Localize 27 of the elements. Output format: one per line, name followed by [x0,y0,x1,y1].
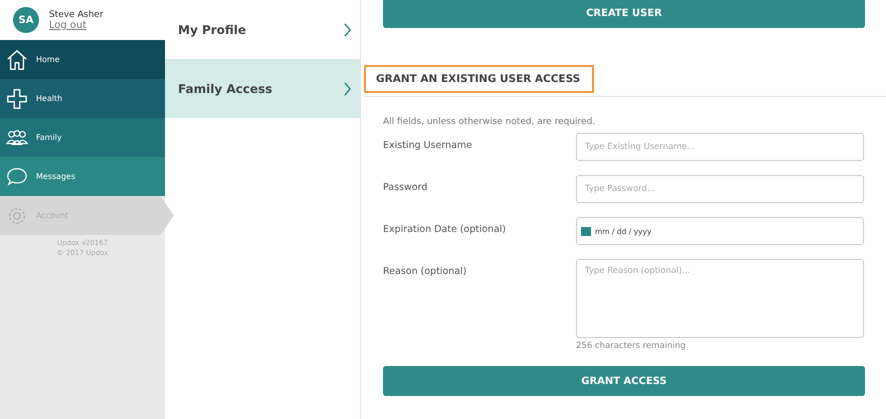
avatar: SA [13,7,39,33]
subnav-item[interactable]: My Profile [165,0,360,59]
home-icon [6,48,28,70]
create-user-button[interactable]: CREATE USER [383,0,865,28]
field-label: Expiration Date (optional) [383,223,507,237]
text-field[interactable]: Type Existing Username... [576,133,864,161]
nav-item[interactable]: Health [0,79,165,118]
field-label: Password [383,181,428,195]
logout-link[interactable]: Log out [49,20,104,30]
character-count: 256 characters remaining [576,341,687,351]
speech-bubble-icon [6,166,28,188]
field-label: Existing Username [383,139,474,153]
chevron-right-icon [343,22,352,36]
plus-icon [6,88,28,110]
reason-field[interactable]: Type Reason (optional)... [576,259,864,338]
form-note: All fields, unless otherwise noted, are required. [383,117,596,127]
field-label: Reason (optional) [383,265,468,279]
nav-item[interactable]: Home [0,40,165,79]
nav-item[interactable]: Family [0,118,165,157]
section-title: GRANT AN EXISTING USER ACCESS [364,65,594,93]
calendar-icon [581,226,591,236]
nav-item[interactable]: Messages [0,157,165,196]
chevron-right-icon [343,82,352,96]
text-field[interactable]: Type Password... [576,175,864,203]
user-name: Steve Asher [49,10,104,20]
subnav-item[interactable]: Family Access [165,59,360,118]
grant-access-button[interactable]: GRANT ACCESS [383,366,865,396]
